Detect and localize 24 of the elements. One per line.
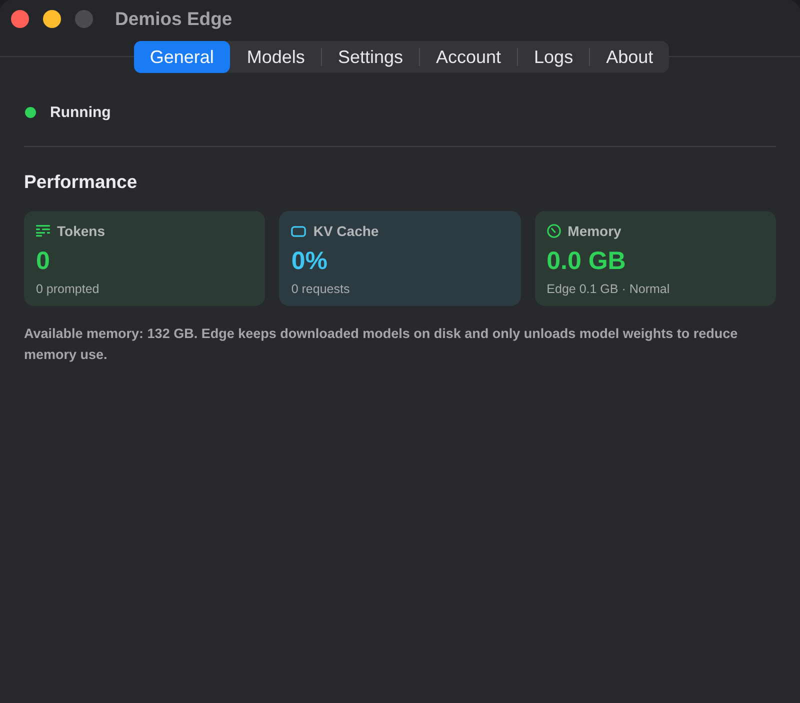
metric-detail: 0 requests <box>291 281 350 297</box>
gauge-icon <box>546 224 561 238</box>
chip-icon <box>291 226 306 236</box>
tab[interactable]: Logs <box>518 41 590 73</box>
window-title: Demios Edge <box>115 10 232 28</box>
metric-detail: Edge 0.1 GB · Normal <box>546 281 670 297</box>
card-title: Tokens <box>57 223 105 239</box>
metric-value: 0 <box>36 247 50 275</box>
tab[interactable]: Settings <box>322 41 419 73</box>
section-heading: Performance <box>24 171 138 193</box>
tab[interactable]: Account <box>420 41 518 73</box>
tab[interactable]: General <box>134 41 230 73</box>
tab[interactable]: About <box>590 41 670 73</box>
metric-value: 0.0 GB <box>546 247 626 275</box>
text-lines-icon <box>36 225 50 237</box>
card-title: KV Cache <box>313 223 379 239</box>
minimize-button[interactable] <box>43 10 61 28</box>
metric-detail: 0 prompted <box>36 281 100 297</box>
close-button[interactable] <box>11 10 29 28</box>
tab[interactable]: Models <box>230 41 321 73</box>
metric-value: 0% <box>291 247 328 275</box>
memory-note: Available memory: 132 GB. Edge keeps downloaded models on disk and only unloads model weights to reduce memory use. <box>24 325 739 364</box>
card-title: Memory <box>568 223 622 239</box>
status-label: Running <box>50 104 111 120</box>
